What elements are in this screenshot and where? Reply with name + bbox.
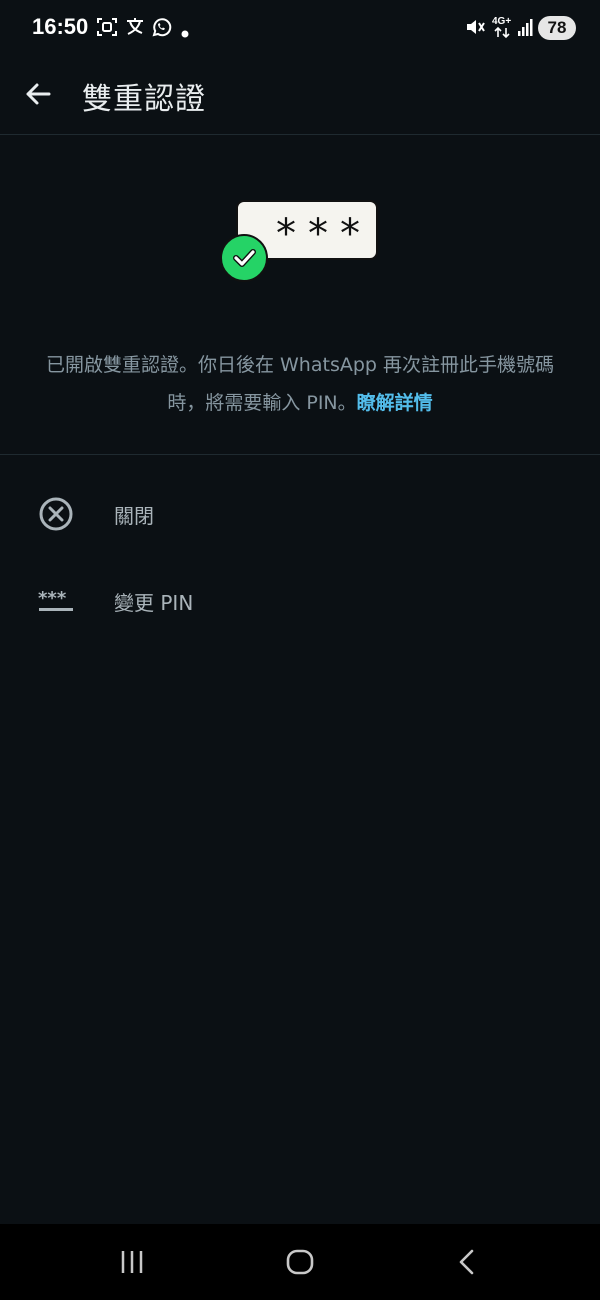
app-bar: 雙重認證 — [0, 58, 600, 134]
home-icon — [286, 1249, 314, 1275]
app-bar-divider — [0, 134, 600, 135]
pin-illustration: *** — [218, 198, 384, 288]
system-nav-bar — [0, 1224, 600, 1300]
description: 已開啟雙重認證。你日後在 WhatsApp 再次註冊此手機號碼時，將需要輸入 P… — [30, 346, 570, 422]
whatsapp-icon — [150, 16, 172, 42]
signal-icon — [516, 16, 536, 42]
description-text: 已開啟雙重認證。你日後在 WhatsApp 再次註冊此手機號碼時，將需要輸入 P… — [45, 354, 555, 414]
turn-off-option[interactable]: 關閉 — [0, 474, 600, 554]
page-title: 雙重認證 — [82, 82, 206, 117]
pin-mask: *** — [276, 211, 372, 257]
arrow-left-icon — [26, 83, 51, 105]
nav-back-button[interactable] — [446, 1242, 490, 1282]
pin-asterisk-icon: *** — [36, 581, 76, 621]
status-bar: 16:50 4G+ 78 — [0, 0, 600, 58]
section-divider — [0, 454, 600, 455]
recent-apps-button[interactable] — [110, 1242, 154, 1282]
close-circle-icon — [36, 494, 76, 534]
screen: 16:50 4G+ 78 雙重認證 *** 已開啟雙重認證。你日後在 Whats… — [0, 0, 600, 1300]
back-button[interactable] — [16, 72, 60, 116]
change-pin-option[interactable]: *** 變更 PIN — [0, 561, 600, 641]
home-button[interactable] — [278, 1242, 322, 1282]
recent-apps-icon — [121, 1251, 143, 1273]
status-time: 16:50 — [32, 14, 89, 39]
screenshot-icon — [96, 16, 118, 42]
learn-more-link[interactable]: 瞭解詳情 — [357, 392, 433, 414]
check-badge-icon — [220, 234, 268, 282]
mute-icon — [464, 16, 486, 42]
svg-text:4G+: 4G+ — [492, 16, 511, 27]
back-icon — [459, 1249, 474, 1275]
turn-off-label: 關閉 — [114, 504, 154, 528]
battery-icon: 78 — [538, 16, 576, 40]
change-pin-label: 變更 PIN — [114, 591, 194, 615]
translate-icon — [124, 16, 146, 42]
svg-text:***: *** — [38, 588, 67, 609]
dot-icon — [180, 24, 190, 43]
network-4g-icon: 4G+ — [492, 14, 514, 44]
